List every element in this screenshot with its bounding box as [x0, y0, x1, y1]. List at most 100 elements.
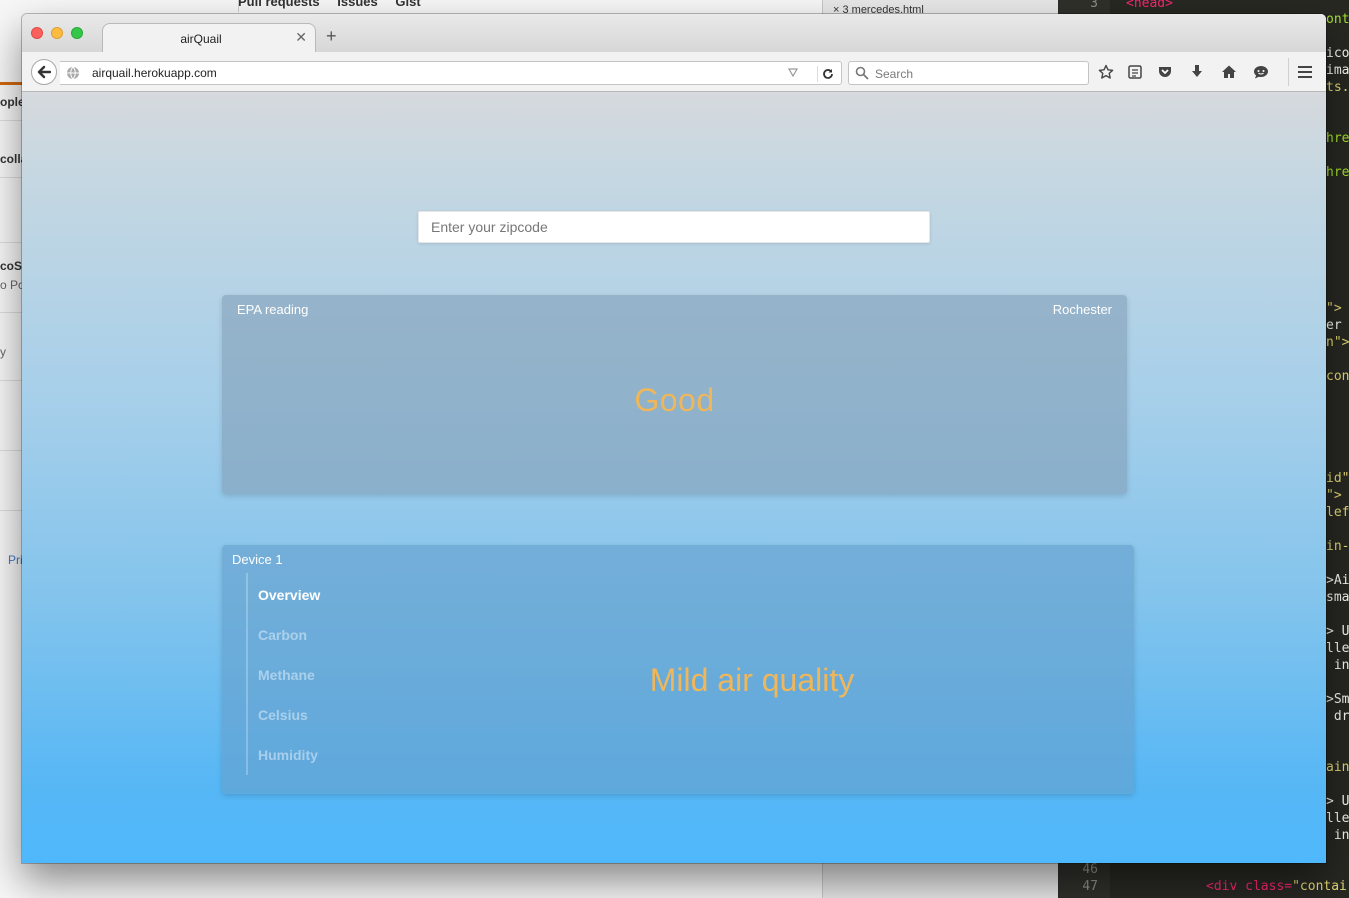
- bg-fragment: o Po: [0, 278, 25, 292]
- tab-carbon[interactable]: Carbon: [258, 627, 307, 643]
- divider: [0, 312, 24, 313]
- divider: [0, 177, 24, 178]
- editor-code-fragment: id": [1326, 471, 1349, 486]
- editor-tag: <head>: [1126, 0, 1173, 11]
- bg-link-fragment[interactable]: Pri: [8, 553, 23, 567]
- editor-code-fragment: lef: [1326, 505, 1349, 520]
- house-icon: [1222, 65, 1236, 78]
- bg-fragment: y: [0, 345, 6, 359]
- zipcode-input[interactable]: [418, 211, 930, 243]
- titlebar: airQuail ✕ +: [22, 14, 1326, 53]
- search-bar[interactable]: [848, 61, 1089, 85]
- editor-code-fragment: in-: [1326, 539, 1349, 554]
- editor-code-fragment: hre: [1326, 131, 1349, 146]
- new-tab-button[interactable]: +: [326, 26, 337, 47]
- list-icon: [1128, 65, 1142, 79]
- back-arrow-icon: [37, 65, 51, 79]
- epa-status: Good: [634, 382, 715, 418]
- editor-code-fragment: hre: [1326, 165, 1349, 180]
- history-dropdown-icon[interactable]: [788, 68, 798, 77]
- home-icon[interactable]: [1219, 62, 1239, 82]
- chat-icon[interactable]: [1251, 62, 1271, 82]
- globe-icon: [67, 66, 79, 80]
- editor-code-fragment: lle: [1326, 641, 1349, 656]
- editor-code-fragment: ">: [1326, 301, 1342, 316]
- minimize-window-button[interactable]: [51, 27, 63, 39]
- divider: [0, 450, 24, 451]
- editor-code-fragment: > U: [1326, 624, 1349, 639]
- star-icon: [1098, 64, 1114, 79]
- bookmark-star-icon[interactable]: [1096, 62, 1116, 82]
- editor-code-fragment: ima: [1326, 63, 1349, 78]
- reload-button[interactable]: [817, 66, 838, 82]
- editor-code-fragment: sma: [1326, 590, 1349, 605]
- toolbar-separator: [1288, 58, 1289, 86]
- line-number: 47: [1082, 879, 1098, 894]
- url-bar[interactable]: airquail.herokuapp.com: [60, 61, 842, 85]
- editor-code-fragment: >Ai: [1326, 573, 1349, 588]
- editor-code-fragment: >Sm: [1326, 692, 1349, 707]
- search-icon: [855, 66, 869, 80]
- bg-fragment: ople: [0, 95, 25, 109]
- epa-reading-card: EPA reading Rochester Good: [222, 295, 1127, 494]
- editor-tag: <div class=: [1206, 879, 1293, 894]
- editor-code-fragment: lle: [1326, 811, 1349, 826]
- editor-code-fragment: in: [1326, 658, 1349, 673]
- line-number: 3: [1090, 0, 1098, 11]
- editor-code-fragment: > U: [1326, 794, 1349, 809]
- divider: [238, 0, 239, 12]
- device-card: Device 1 Overview Carbon Methane Celsius…: [222, 545, 1134, 794]
- reading-list-icon[interactable]: [1125, 62, 1145, 82]
- menu-icon[interactable]: [1295, 62, 1315, 82]
- editor-code-fragment: ">: [1326, 488, 1342, 503]
- browser-tab[interactable]: airQuail ✕: [102, 23, 316, 53]
- back-button[interactable]: [31, 59, 57, 85]
- tab-title: airQuail: [180, 32, 222, 46]
- divider: [0, 120, 24, 121]
- device-status: Mild air quality: [649, 662, 855, 698]
- close-tab-icon[interactable]: ✕: [295, 29, 307, 46]
- editor-code-fragment: ico: [1326, 46, 1349, 61]
- search-input[interactable]: [873, 64, 1077, 84]
- editor-code-fragment: n">: [1326, 335, 1349, 350]
- maximize-window-button[interactable]: [71, 27, 83, 39]
- github-nav-gist[interactable]: Gist: [395, 0, 420, 9]
- line-number: 46: [1082, 862, 1098, 877]
- close-window-button[interactable]: [31, 27, 43, 39]
- city-label: Rochester: [1052, 302, 1112, 317]
- github-nav: Pull requests Issues Gist: [238, 0, 435, 9]
- browser-window: airQuail ✕ + airquail.herokuapp.com Sear…: [22, 14, 1326, 863]
- downloads-icon[interactable]: [1187, 62, 1207, 82]
- url-text[interactable]: airquail.herokuapp.com: [92, 66, 217, 80]
- down-arrow-icon: [1192, 65, 1202, 77]
- orange-rule: [0, 82, 24, 85]
- navigation-toolbar: airquail.herokuapp.com: [22, 52, 1326, 92]
- tab-celsius[interactable]: Celsius: [258, 707, 308, 723]
- editor-code-fragment: ain: [1326, 760, 1349, 775]
- tab-methane[interactable]: Methane: [258, 667, 315, 683]
- github-nav-pull-requests[interactable]: Pull requests: [238, 0, 320, 9]
- page-viewport: EPA reading Rochester Good Device 1 Over…: [22, 92, 1326, 863]
- editor-code-fragment: dr: [1326, 709, 1349, 724]
- editor-code-fragment: ts.: [1326, 80, 1349, 95]
- editor-code-fragment: con: [1326, 369, 1349, 384]
- hamburger-icon: [1298, 66, 1312, 78]
- editor-code-fragment: in: [1326, 828, 1349, 843]
- editor-line: <head>: [1126, 0, 1173, 11]
- editor-string: "contai: [1292, 879, 1347, 894]
- pocket-icon[interactable]: [1155, 62, 1175, 82]
- divider: [0, 242, 24, 243]
- divider: [0, 380, 24, 381]
- tab-humidity[interactable]: Humidity: [258, 747, 318, 763]
- tab-overview[interactable]: Overview: [258, 587, 320, 603]
- reload-icon: [823, 69, 833, 79]
- divider: [0, 510, 24, 511]
- editor-line: <div class="contai: [1206, 879, 1347, 894]
- device-label: Device 1: [232, 552, 283, 567]
- epa-label: EPA reading: [237, 302, 309, 317]
- github-nav-issues[interactable]: Issues: [337, 0, 377, 9]
- editor-code-fragment: ont: [1326, 12, 1349, 27]
- editor-code-fragment: er: [1326, 318, 1342, 333]
- speech-bubble-icon: [1254, 66, 1268, 79]
- pocket-shape-icon: [1159, 67, 1171, 77]
